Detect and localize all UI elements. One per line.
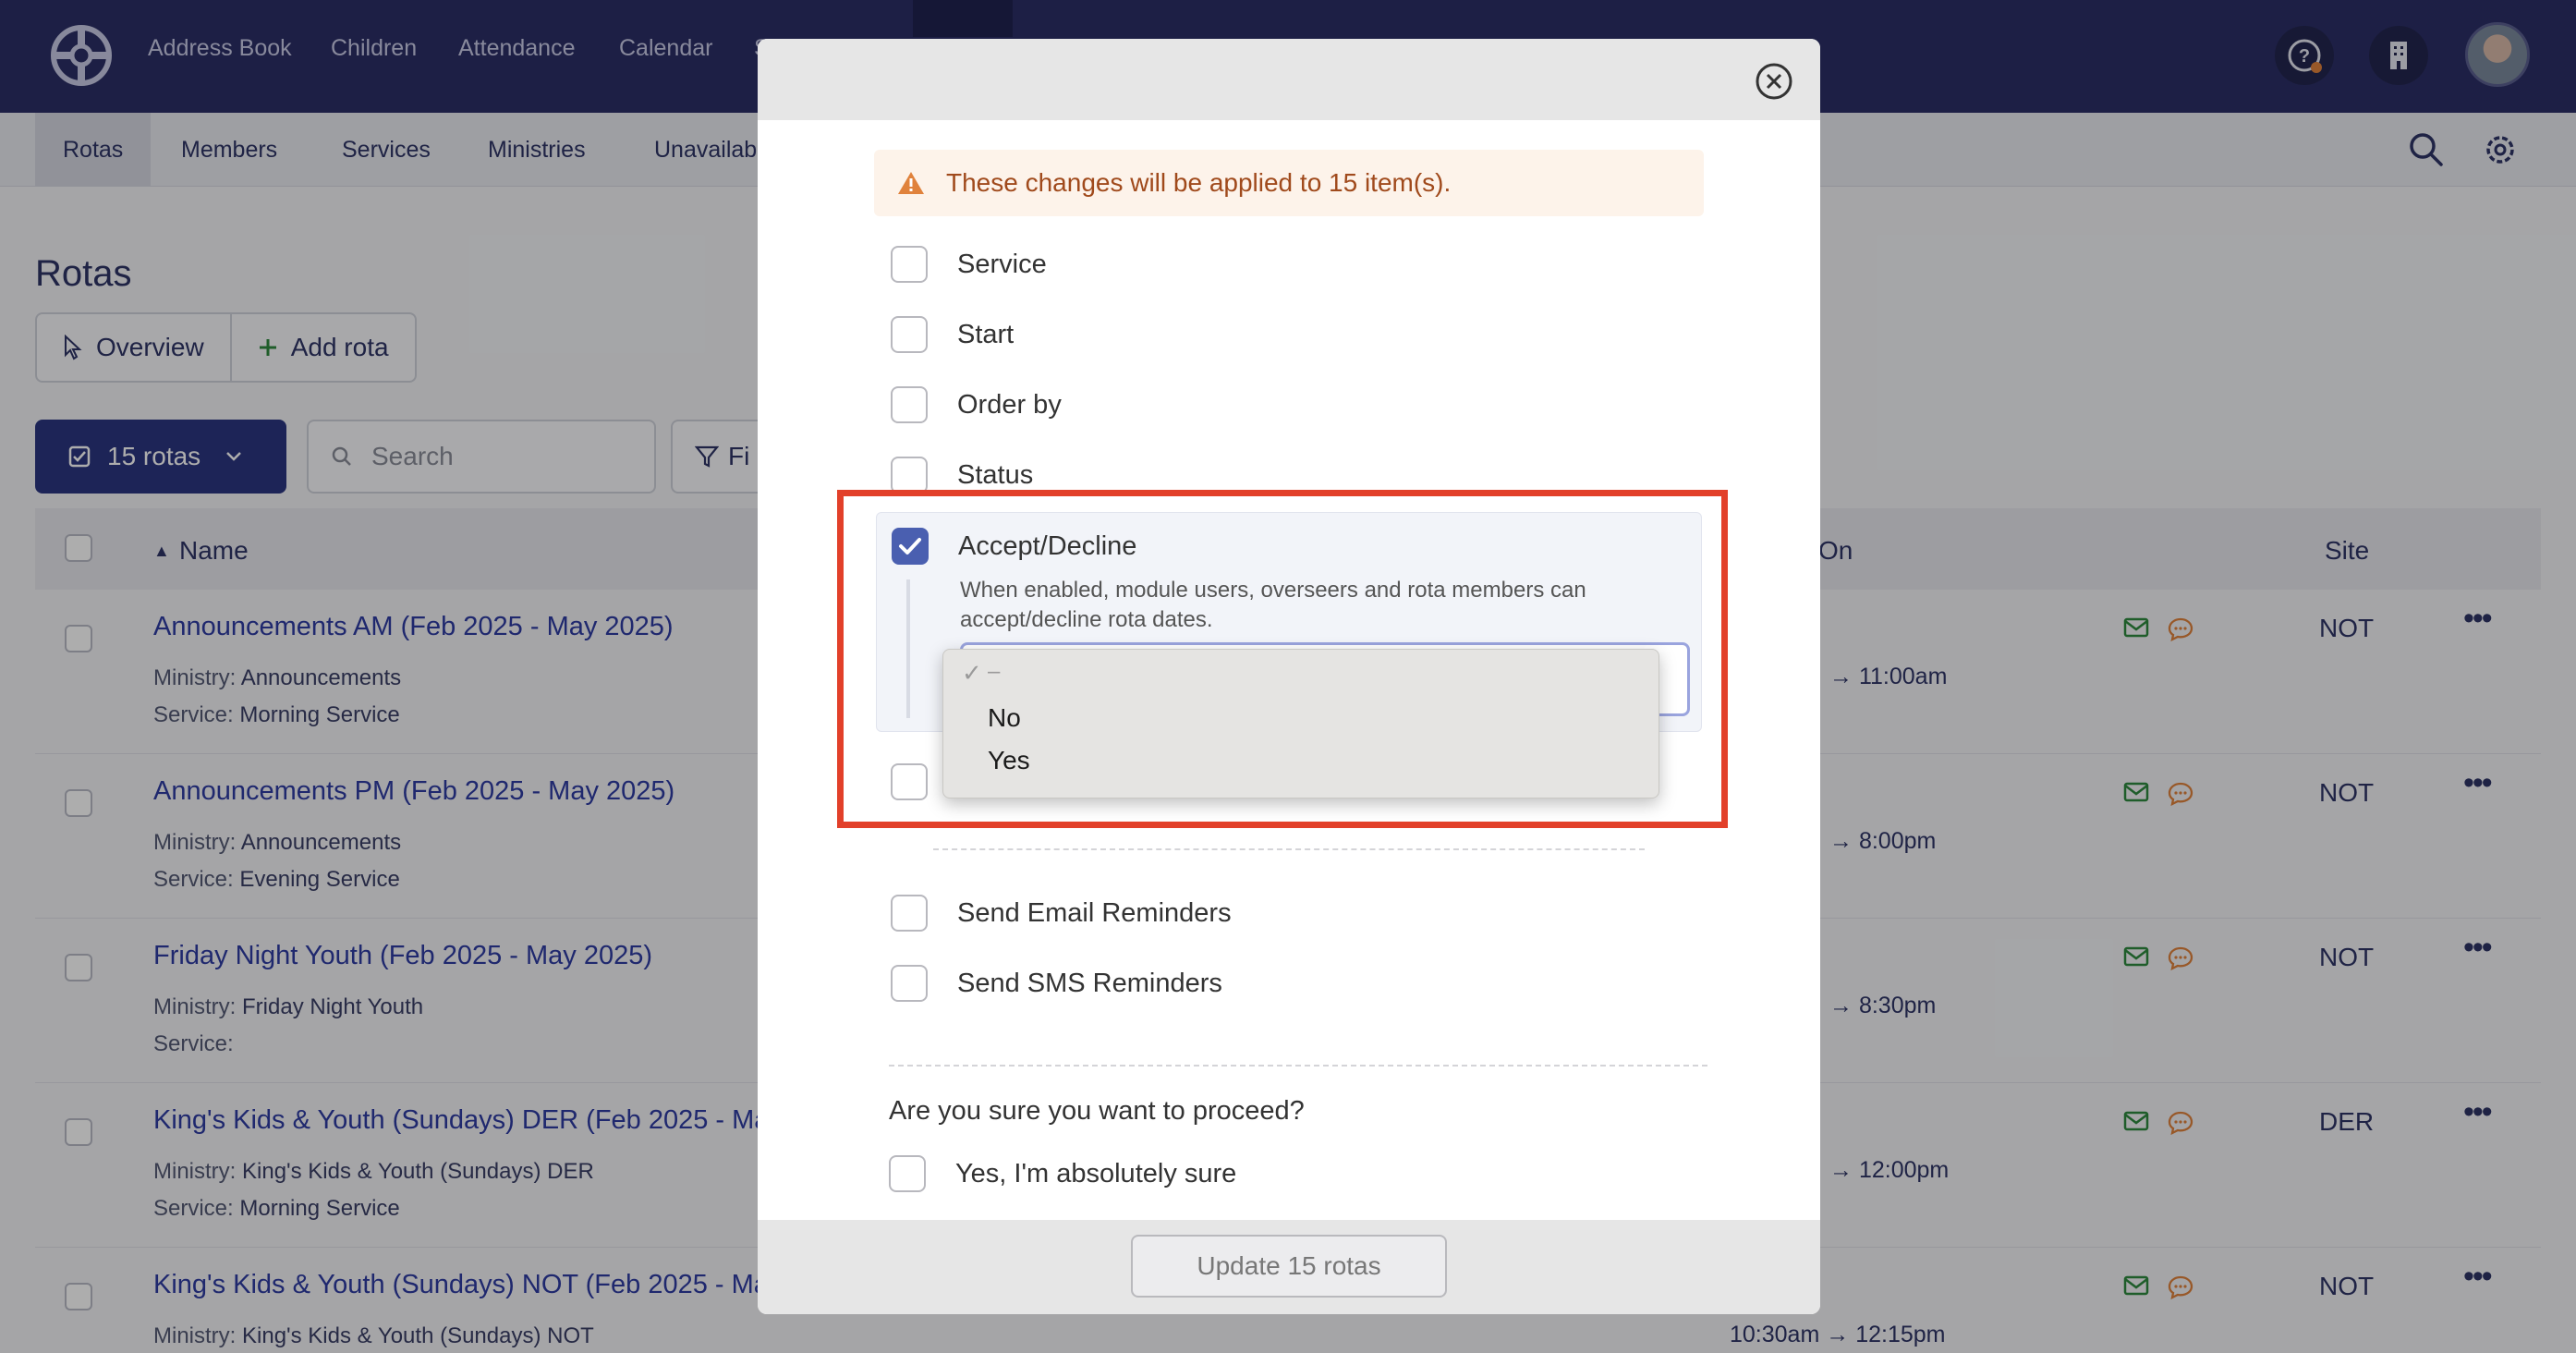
- option-send-email-reminders[interactable]: Send Email Reminders: [891, 895, 1232, 932]
- confirm-checkbox[interactable]: [889, 1155, 926, 1192]
- order-by-checkbox[interactable]: [891, 386, 928, 423]
- service-label: Service: [957, 249, 1047, 279]
- confirm-question: Are you sure you want to proceed?: [889, 1096, 1305, 1126]
- highlight-annotation: [837, 490, 1728, 828]
- send-sms-checkbox[interactable]: [891, 965, 928, 1002]
- warning-text: These changes will be applied to 15 item…: [946, 168, 1452, 197]
- start-checkbox[interactable]: [891, 316, 928, 353]
- status-checkbox[interactable]: [891, 457, 928, 494]
- divider: [933, 848, 1645, 850]
- send-email-checkbox[interactable]: [891, 895, 928, 932]
- modal-footer: Update 15 rotas: [758, 1220, 1820, 1314]
- status-label: Status: [957, 459, 1034, 490]
- option-service[interactable]: Service: [891, 246, 1047, 283]
- option-confirm[interactable]: Yes, I'm absolutely sure: [889, 1155, 1236, 1192]
- close-icon[interactable]: [1754, 61, 1794, 102]
- confirm-label: Yes, I'm absolutely sure: [955, 1158, 1237, 1188]
- warning-banner: These changes will be applied to 15 item…: [874, 150, 1704, 216]
- modal-header: [758, 39, 1820, 120]
- warning-triangle-icon: [898, 172, 924, 194]
- send-email-label: Send Email Reminders: [957, 897, 1232, 928]
- option-status[interactable]: Status: [891, 457, 1033, 494]
- send-sms-label: Send SMS Reminders: [957, 968, 1222, 998]
- service-checkbox[interactable]: [891, 246, 928, 283]
- option-send-sms-reminders[interactable]: Send SMS Reminders: [891, 965, 1222, 1002]
- divider: [889, 1065, 1707, 1067]
- update-rotas-button[interactable]: Update 15 rotas: [1131, 1235, 1447, 1298]
- order-by-label: Order by: [957, 389, 1062, 420]
- option-start[interactable]: Start: [891, 316, 1014, 353]
- option-order-by[interactable]: Order by: [891, 386, 1062, 423]
- start-label: Start: [957, 319, 1015, 349]
